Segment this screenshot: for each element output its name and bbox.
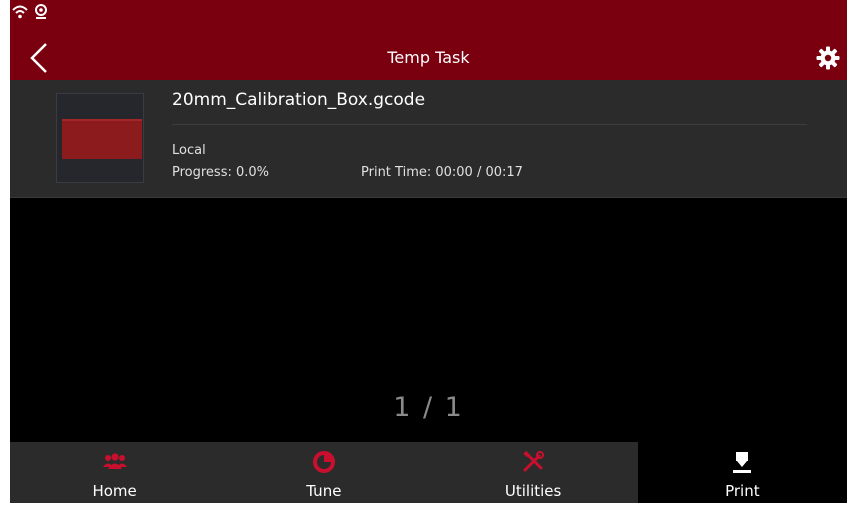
tools-icon (523, 450, 545, 472)
print-time-text: Print Time: 00:00 / 00:17 (361, 165, 523, 180)
bottom-nav: Home Tune Utilities Print (10, 442, 847, 503)
nav-tune-label: Tune (306, 482, 342, 500)
nav-print[interactable]: Print (637, 442, 847, 503)
nav-utilities[interactable]: Utilities (428, 442, 638, 503)
file-name: 20mm_Calibration_Box.gcode (172, 90, 426, 110)
divider (172, 124, 807, 125)
pie-chart-icon (312, 451, 335, 473)
page-indicator: 1 / 1 (393, 392, 464, 423)
nav-tune[interactable]: Tune (219, 442, 429, 503)
page-title: Temp Task (387, 48, 470, 67)
printer-screen: Temp Task 20mm_Calibration_Box.gcode Loc… (0, 0, 849, 505)
print-nozzle-icon (733, 452, 752, 473)
nav-print-label: Print (725, 482, 760, 500)
settings-button[interactable] (816, 46, 840, 70)
nav-utilities-label: Utilities (504, 482, 562, 500)
webcam-icon (35, 4, 47, 19)
file-source: Local (172, 143, 206, 158)
task-card[interactable]: 20mm_Calibration_Box.gcode Local Progres… (10, 80, 847, 198)
model-preview (62, 119, 142, 159)
nav-home-label: Home (92, 482, 137, 500)
model-thumbnail (56, 93, 144, 183)
main-area: 20mm_Calibration_Box.gcode Local Progres… (10, 80, 847, 503)
progress-text: Progress: 0.0% (172, 165, 270, 180)
top-bar: Temp Task (10, 0, 847, 80)
nav-home[interactable]: Home (10, 442, 220, 503)
users-icon (102, 453, 127, 469)
wifi-icon (12, 5, 28, 19)
status-icons (12, 4, 48, 20)
